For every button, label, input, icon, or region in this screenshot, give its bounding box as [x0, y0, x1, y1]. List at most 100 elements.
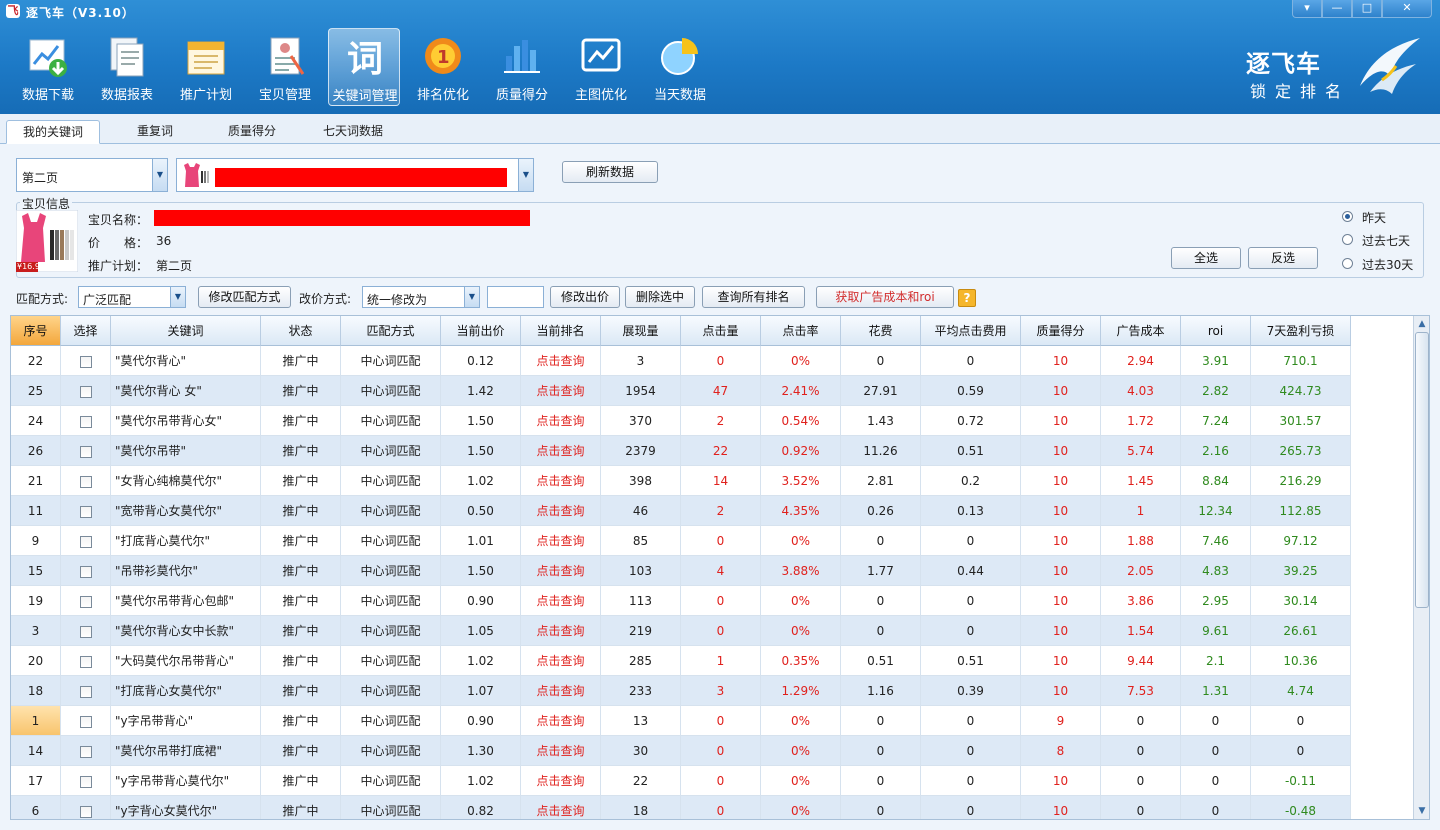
toolbar-image-chart-button[interactable]: 主图优化: [565, 28, 637, 106]
checkbox-icon[interactable]: [79, 745, 92, 758]
cell-rank[interactable]: 点击查询: [521, 616, 601, 646]
table-row[interactable]: 20 "大码莫代尔吊带背心" 推广中 中心词匹配 1.02 点击查询 285 1 0.35% 0.…: [11, 646, 1351, 676]
tab-seven-day-data[interactable]: 七天词数据: [304, 120, 402, 144]
cell-select[interactable]: [61, 556, 111, 586]
tab-duplicate-words[interactable]: 重复词: [110, 120, 200, 144]
close-button[interactable]: ✕: [1382, 0, 1432, 18]
vertical-scrollbar[interactable]: ▲ ▼: [1413, 316, 1429, 819]
column-header-ad-cost[interactable]: 广告成本: [1101, 316, 1181, 346]
checkbox-icon[interactable]: [79, 565, 92, 578]
checkbox-icon[interactable]: [79, 415, 92, 428]
toolbar-report-button[interactable]: 数据报表: [91, 28, 163, 106]
toolbar-rank-badge-button[interactable]: 1 排名优化: [407, 28, 479, 106]
table-row[interactable]: 25 "莫代尔背心 女" 推广中 中心词匹配 1.42 点击查询 1954 47 2.41% 27…: [11, 376, 1351, 406]
table-row[interactable]: 26 "莫代尔吊带" 推广中 中心词匹配 1.50 点击查询 2379 22 0.92% 11.2…: [11, 436, 1351, 466]
tab-my-keywords[interactable]: 我的关键词: [6, 120, 100, 144]
column-header-impressions[interactable]: 展现量: [601, 316, 681, 346]
cell-rank[interactable]: 点击查询: [521, 586, 601, 616]
window-menu-button[interactable]: ▾: [1292, 0, 1322, 18]
column-header-clicks[interactable]: 点击量: [681, 316, 761, 346]
cell-rank[interactable]: 点击查询: [521, 766, 601, 796]
invert-select-button[interactable]: 反选: [1248, 247, 1318, 269]
checkbox-icon[interactable]: [79, 535, 92, 548]
get-ad-cost-roi-button[interactable]: 获取广告成本和roi: [816, 286, 954, 308]
table-row[interactable]: 18 "打底背心女莫代尔" 推广中 中心词匹配 1.07 点击查询 233 3 1.29% 1.1…: [11, 676, 1351, 706]
cell-rank[interactable]: 点击查询: [521, 496, 601, 526]
chevron-down-icon[interactable]: ▼: [518, 159, 533, 191]
chevron-down-icon[interactable]: ▼: [170, 287, 185, 307]
cell-rank[interactable]: 点击查询: [521, 556, 601, 586]
toolbar-pie-chart-button[interactable]: 当天数据: [644, 28, 716, 106]
help-icon[interactable]: ?: [958, 289, 976, 307]
checkbox-icon[interactable]: [79, 355, 92, 368]
checkbox-icon[interactable]: [79, 505, 92, 518]
toolbar-calendar-button[interactable]: 推广计划: [170, 28, 242, 106]
column-header-cost[interactable]: 花费: [841, 316, 921, 346]
cell-select[interactable]: [61, 436, 111, 466]
cell-rank[interactable]: 点击查询: [521, 646, 601, 676]
checkbox-icon[interactable]: [79, 775, 92, 788]
toolbar-product-list-button[interactable]: 宝贝管理: [249, 28, 321, 106]
cell-select[interactable]: [61, 466, 111, 496]
refresh-data-button[interactable]: 刷新数据: [562, 161, 658, 183]
chevron-down-icon[interactable]: ▼: [152, 159, 167, 191]
cell-select[interactable]: [61, 526, 111, 556]
column-header-avg-cpc[interactable]: 平均点击费用: [921, 316, 1021, 346]
cell-rank[interactable]: 点击查询: [521, 466, 601, 496]
toolbar-chart-download-button[interactable]: 数据下载: [12, 28, 84, 106]
chevron-down-icon[interactable]: ▼: [464, 287, 479, 307]
table-row[interactable]: 21 "女背心纯棉莫代尔" 推广中 中心词匹配 1.02 点击查询 398 14 3.52% 2.…: [11, 466, 1351, 496]
cell-select[interactable]: [61, 406, 111, 436]
cell-rank[interactable]: 点击查询: [521, 676, 601, 706]
column-header-status[interactable]: 状态: [261, 316, 341, 346]
minimize-button[interactable]: —: [1322, 0, 1352, 18]
cell-rank[interactable]: 点击查询: [521, 736, 601, 766]
cell-select[interactable]: [61, 586, 111, 616]
table-row[interactable]: 9 "打底背心莫代尔" 推广中 中心词匹配 1.01 点击查询 85 0 0% 0 0 10 1.88 7…: [11, 526, 1351, 556]
cell-rank[interactable]: 点击查询: [521, 406, 601, 436]
checkbox-icon[interactable]: [79, 655, 92, 668]
checkbox-icon[interactable]: [79, 445, 92, 458]
cell-select[interactable]: [61, 766, 111, 796]
modify-match-button[interactable]: 修改匹配方式: [198, 286, 291, 308]
cell-select[interactable]: [61, 676, 111, 706]
checkbox-icon[interactable]: [79, 625, 92, 638]
toolbar-bar-chart-button[interactable]: 质量得分: [486, 28, 558, 106]
column-header-bid[interactable]: 当前出价: [441, 316, 521, 346]
cell-rank[interactable]: 点击查询: [521, 436, 601, 466]
checkbox-icon[interactable]: [79, 385, 92, 398]
query-all-ranks-button[interactable]: 查询所有排名: [702, 286, 805, 308]
select-all-button[interactable]: 全选: [1171, 247, 1241, 269]
scroll-up-arrow-icon[interactable]: ▲: [1415, 317, 1429, 331]
table-row[interactable]: 6 "y字背心女莫代尔" 推广中 中心词匹配 0.82 点击查询 18 0 0% 0 0 10 0 0 -0…: [11, 796, 1351, 819]
tab-quality-score[interactable]: 质量得分: [206, 120, 298, 144]
table-row[interactable]: 22 "莫代尔背心" 推广中 中心词匹配 0.12 点击查询 3 0 0% 0 0 10 2.94 3.9…: [11, 346, 1351, 376]
plan-select[interactable]: 第二页 ▼: [16, 158, 168, 192]
toolbar-keyword-button[interactable]: 词关键词管理: [328, 28, 400, 106]
table-row[interactable]: 1 "y字吊带背心" 推广中 中心词匹配 0.90 点击查询 13 0 0% 0 0 9 0 0 0: [11, 706, 1351, 736]
cell-select[interactable]: [61, 646, 111, 676]
column-header-seq[interactable]: 序号: [11, 316, 61, 346]
checkbox-icon[interactable]: [79, 685, 92, 698]
cell-select[interactable]: [61, 376, 111, 406]
cell-select[interactable]: [61, 616, 111, 646]
cell-rank[interactable]: 点击查询: [521, 796, 601, 819]
column-header-quality[interactable]: 质量得分: [1021, 316, 1101, 346]
cell-rank[interactable]: 点击查询: [521, 526, 601, 556]
table-row[interactable]: 14 "莫代尔吊带打底裙" 推广中 中心词匹配 1.30 点击查询 30 0 0% 0 0 8 0 0 0: [11, 736, 1351, 766]
cell-select[interactable]: [61, 796, 111, 819]
table-row[interactable]: 15 "吊带衫莫代尔" 推广中 中心词匹配 1.50 点击查询 103 4 3.88% 1.77 0…: [11, 556, 1351, 586]
bid-input[interactable]: [487, 286, 544, 308]
maximize-button[interactable]: □: [1352, 0, 1382, 18]
cell-rank[interactable]: 点击查询: [521, 376, 601, 406]
column-header-rank[interactable]: 当前排名: [521, 316, 601, 346]
scroll-thumb[interactable]: [1415, 332, 1429, 608]
column-header-roi[interactable]: roi: [1181, 316, 1251, 346]
checkbox-icon[interactable]: [79, 475, 92, 488]
cell-rank[interactable]: 点击查询: [521, 706, 601, 736]
table-row[interactable]: 3 "莫代尔背心女中长款" 推广中 中心词匹配 1.05 点击查询 219 0 0% 0 0 10 1.…: [11, 616, 1351, 646]
column-header-ctr[interactable]: 点击率: [761, 316, 841, 346]
table-row[interactable]: 24 "莫代尔吊带背心女" 推广中 中心词匹配 1.50 点击查询 370 2 0.54% 1.4…: [11, 406, 1351, 436]
cell-select[interactable]: [61, 496, 111, 526]
cell-select[interactable]: [61, 346, 111, 376]
